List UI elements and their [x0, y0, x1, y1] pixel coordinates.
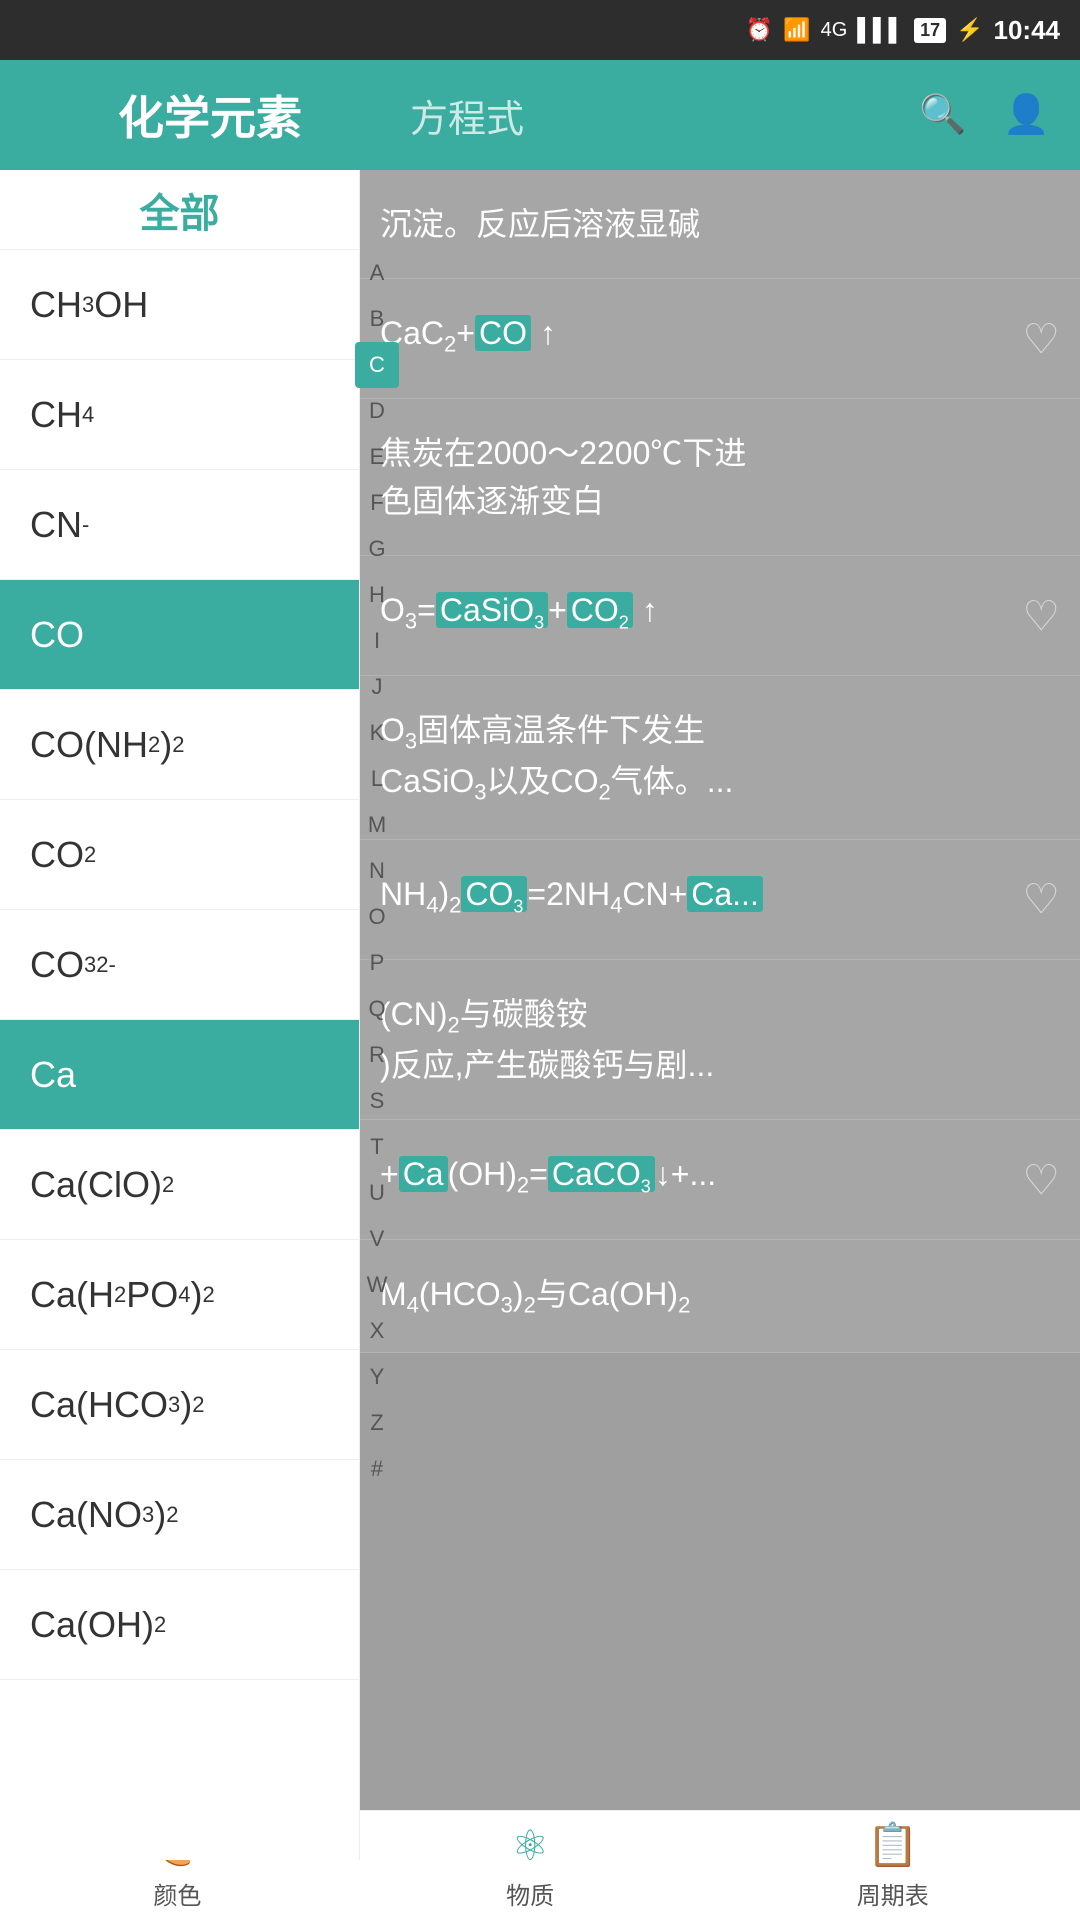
element-cah2po42[interactable]: Ca(H2PO4)2 [0, 1240, 359, 1350]
element-ch3oh[interactable]: CH3OH [0, 250, 359, 360]
header-left: 化学元素 [30, 82, 390, 148]
battery-charging-icon: ⚡ [956, 17, 983, 43]
caco3-highlight: CaCO3 [548, 1156, 655, 1192]
alpha-w[interactable]: W [355, 1262, 399, 1308]
clock: 10:44 [994, 15, 1061, 46]
co2-highlight: CO2 [567, 592, 633, 628]
alpha-e[interactable]: E [355, 434, 399, 480]
all-label: 全部 [140, 181, 220, 239]
element-caclo2[interactable]: Ca(ClO)2 [0, 1130, 359, 1240]
card-6-text: NH4)2CO3=2NH4CN+Ca... [380, 870, 1040, 921]
element-ch4[interactable]: CH4 [0, 360, 359, 470]
alpha-r[interactable]: R [355, 1032, 399, 1078]
equation-tab[interactable]: 方程式 [410, 88, 524, 143]
content-card-8[interactable]: +Ca(OH)2=CaCO3↓+... ♡ [360, 1120, 1080, 1240]
card-2-text: CaC2+CO ↑ [380, 309, 1040, 360]
content-card-5[interactable]: O3固体高温条件下发生CaSiO3以及CO2气体。... [360, 676, 1080, 840]
element-cano32[interactable]: Ca(NO3)2 [0, 1460, 359, 1570]
battery-level: 17 [914, 18, 946, 43]
alpha-l[interactable]: L [355, 756, 399, 802]
content-card-3[interactable]: 焦炭在2000～2200℃下进色固体逐渐变白 [360, 399, 1080, 556]
alpha-c[interactable]: C [355, 342, 399, 388]
alpha-d[interactable]: D [355, 388, 399, 434]
content-card-1[interactable]: 沉淀。反应后溶液显碱 [360, 170, 1080, 279]
co-highlight-1: CO [475, 315, 531, 351]
ca-highlight-2: Ca [399, 1156, 448, 1192]
element-co32-[interactable]: CO32- [0, 910, 359, 1020]
ca-highlight-1: Ca... [687, 876, 763, 912]
sidebar-header: 全部 [0, 170, 359, 250]
network-bars-icon: ▌▌▌ [857, 17, 904, 43]
alpha-x[interactable]: X [355, 1308, 399, 1354]
card-7-text: (CN)2与碳酸铵)反应,产生碳酸钙与剧... [380, 990, 1040, 1089]
alpha-k[interactable]: K [355, 710, 399, 756]
element-conh22[interactable]: CO(NH2)2 [0, 690, 359, 800]
alpha-f[interactable]: F [355, 480, 399, 526]
alarm-icon: ⏰ [746, 17, 773, 43]
card-4-text: O3=CaSiO3+CO2 ↑ [380, 586, 1040, 637]
app-title: 化学元素 [118, 82, 302, 148]
element-caoh2[interactable]: Ca(OH)2 [0, 1570, 359, 1680]
alpha-v[interactable]: V [355, 1216, 399, 1262]
favorite-icon-2[interactable]: ♡ [1022, 314, 1060, 363]
content-card-9[interactable]: M4(HCO3)2与Ca(OH)2 [360, 1240, 1080, 1352]
element-cn-[interactable]: CN- [0, 470, 359, 580]
alpha-y[interactable]: Y [355, 1354, 399, 1400]
atom-icon: ⚛ [511, 1821, 549, 1870]
card-3-text: 焦炭在2000～2200℃下进色固体逐渐变白 [380, 429, 1040, 525]
favorite-icon-6[interactable]: ♡ [1022, 875, 1060, 924]
alpha-o[interactable]: O [355, 894, 399, 940]
status-icons: ⏰ 📶 4G ▌▌▌ 17 ⚡ 10:44 [746, 15, 1060, 46]
elements-sidebar: 全部 CH3OH CH4 CN- CO CO(NH2)2 CO2 CO32- C… [0, 170, 360, 1860]
alpha-n[interactable]: N [355, 848, 399, 894]
card-5-text: O3固体高温条件下发生CaSiO3以及CO2气体。... [380, 706, 1040, 809]
alphabet-index[interactable]: A B C D E F G H I J K L M N O P Q R S T … [355, 250, 399, 1492]
header: 化学元素 方程式 🔍 👤 [0, 60, 1080, 170]
status-bar: ⏰ 📶 4G ▌▌▌ 17 ⚡ 10:44 [0, 0, 1080, 60]
alpha-h[interactable]: H [355, 572, 399, 618]
nav-substance[interactable]: ⚛ 物质 [506, 1821, 554, 1911]
main-layout: 全部 CH3OH CH4 CN- CO CO(NH2)2 CO2 CO32- C… [0, 170, 1080, 1860]
element-ca[interactable]: Ca [0, 1020, 359, 1130]
card-8-text: +Ca(OH)2=CaCO3↓+... [380, 1150, 1040, 1201]
substance-label: 物质 [506, 1876, 554, 1911]
alpha-g[interactable]: G [355, 526, 399, 572]
alpha-q[interactable]: Q [355, 986, 399, 1032]
alpha-j[interactable]: J [355, 664, 399, 710]
alpha-m[interactable]: M [355, 802, 399, 848]
co3-highlight: CO3 [461, 876, 527, 912]
alpha-i[interactable]: I [355, 618, 399, 664]
card-9-text: M4(HCO3)2与Ca(OH)2 [380, 1270, 1040, 1321]
casio3-highlight: CaSiO3 [436, 592, 548, 628]
alpha-p[interactable]: P [355, 940, 399, 986]
alpha-hash[interactable]: # [355, 1446, 399, 1492]
color-label: 颜色 [153, 1876, 201, 1911]
alpha-a[interactable]: A [355, 250, 399, 296]
alpha-t[interactable]: T [355, 1124, 399, 1170]
alpha-u[interactable]: U [355, 1170, 399, 1216]
element-cahco32[interactable]: Ca(HCO3)2 [0, 1350, 359, 1460]
content-card-2[interactable]: CaC2+CO ↑ ♡ [360, 279, 1080, 399]
favorite-icon-8[interactable]: ♡ [1022, 1155, 1060, 1204]
periodic-label: 周期表 [857, 1876, 929, 1911]
profile-icon[interactable]: 👤 [1003, 93, 1050, 137]
element-co2[interactable]: CO2 [0, 800, 359, 910]
periodic-table-icon: 📋 [867, 1821, 919, 1870]
header-right: 方程式 🔍 👤 [390, 88, 1050, 143]
alpha-b[interactable]: B [355, 296, 399, 342]
alpha-s[interactable]: S [355, 1078, 399, 1124]
nav-periodic-table[interactable]: 📋 周期表 [857, 1821, 929, 1911]
card-1-text: 沉淀。反应后溶液显碱 [380, 200, 1040, 248]
content-card-7[interactable]: (CN)2与碳酸铵)反应,产生碳酸钙与剧... [360, 960, 1080, 1120]
signal-icon: 4G [821, 19, 848, 42]
favorite-icon-4[interactable]: ♡ [1022, 591, 1060, 640]
element-co[interactable]: CO [0, 580, 359, 690]
wifi-icon: 📶 [783, 17, 810, 43]
content-card-4[interactable]: O3=CaSiO3+CO2 ↑ ♡ [360, 556, 1080, 676]
search-icon[interactable]: 🔍 [919, 93, 966, 137]
content-area: 沉淀。反应后溶液显碱 CaC2+CO ↑ ♡ 焦炭在2000～2200℃下进色固… [360, 170, 1080, 1860]
header-icons: 🔍 👤 [919, 93, 1050, 137]
alpha-z[interactable]: Z [355, 1400, 399, 1446]
content-card-6[interactable]: NH4)2CO3=2NH4CN+Ca... ♡ [360, 840, 1080, 960]
